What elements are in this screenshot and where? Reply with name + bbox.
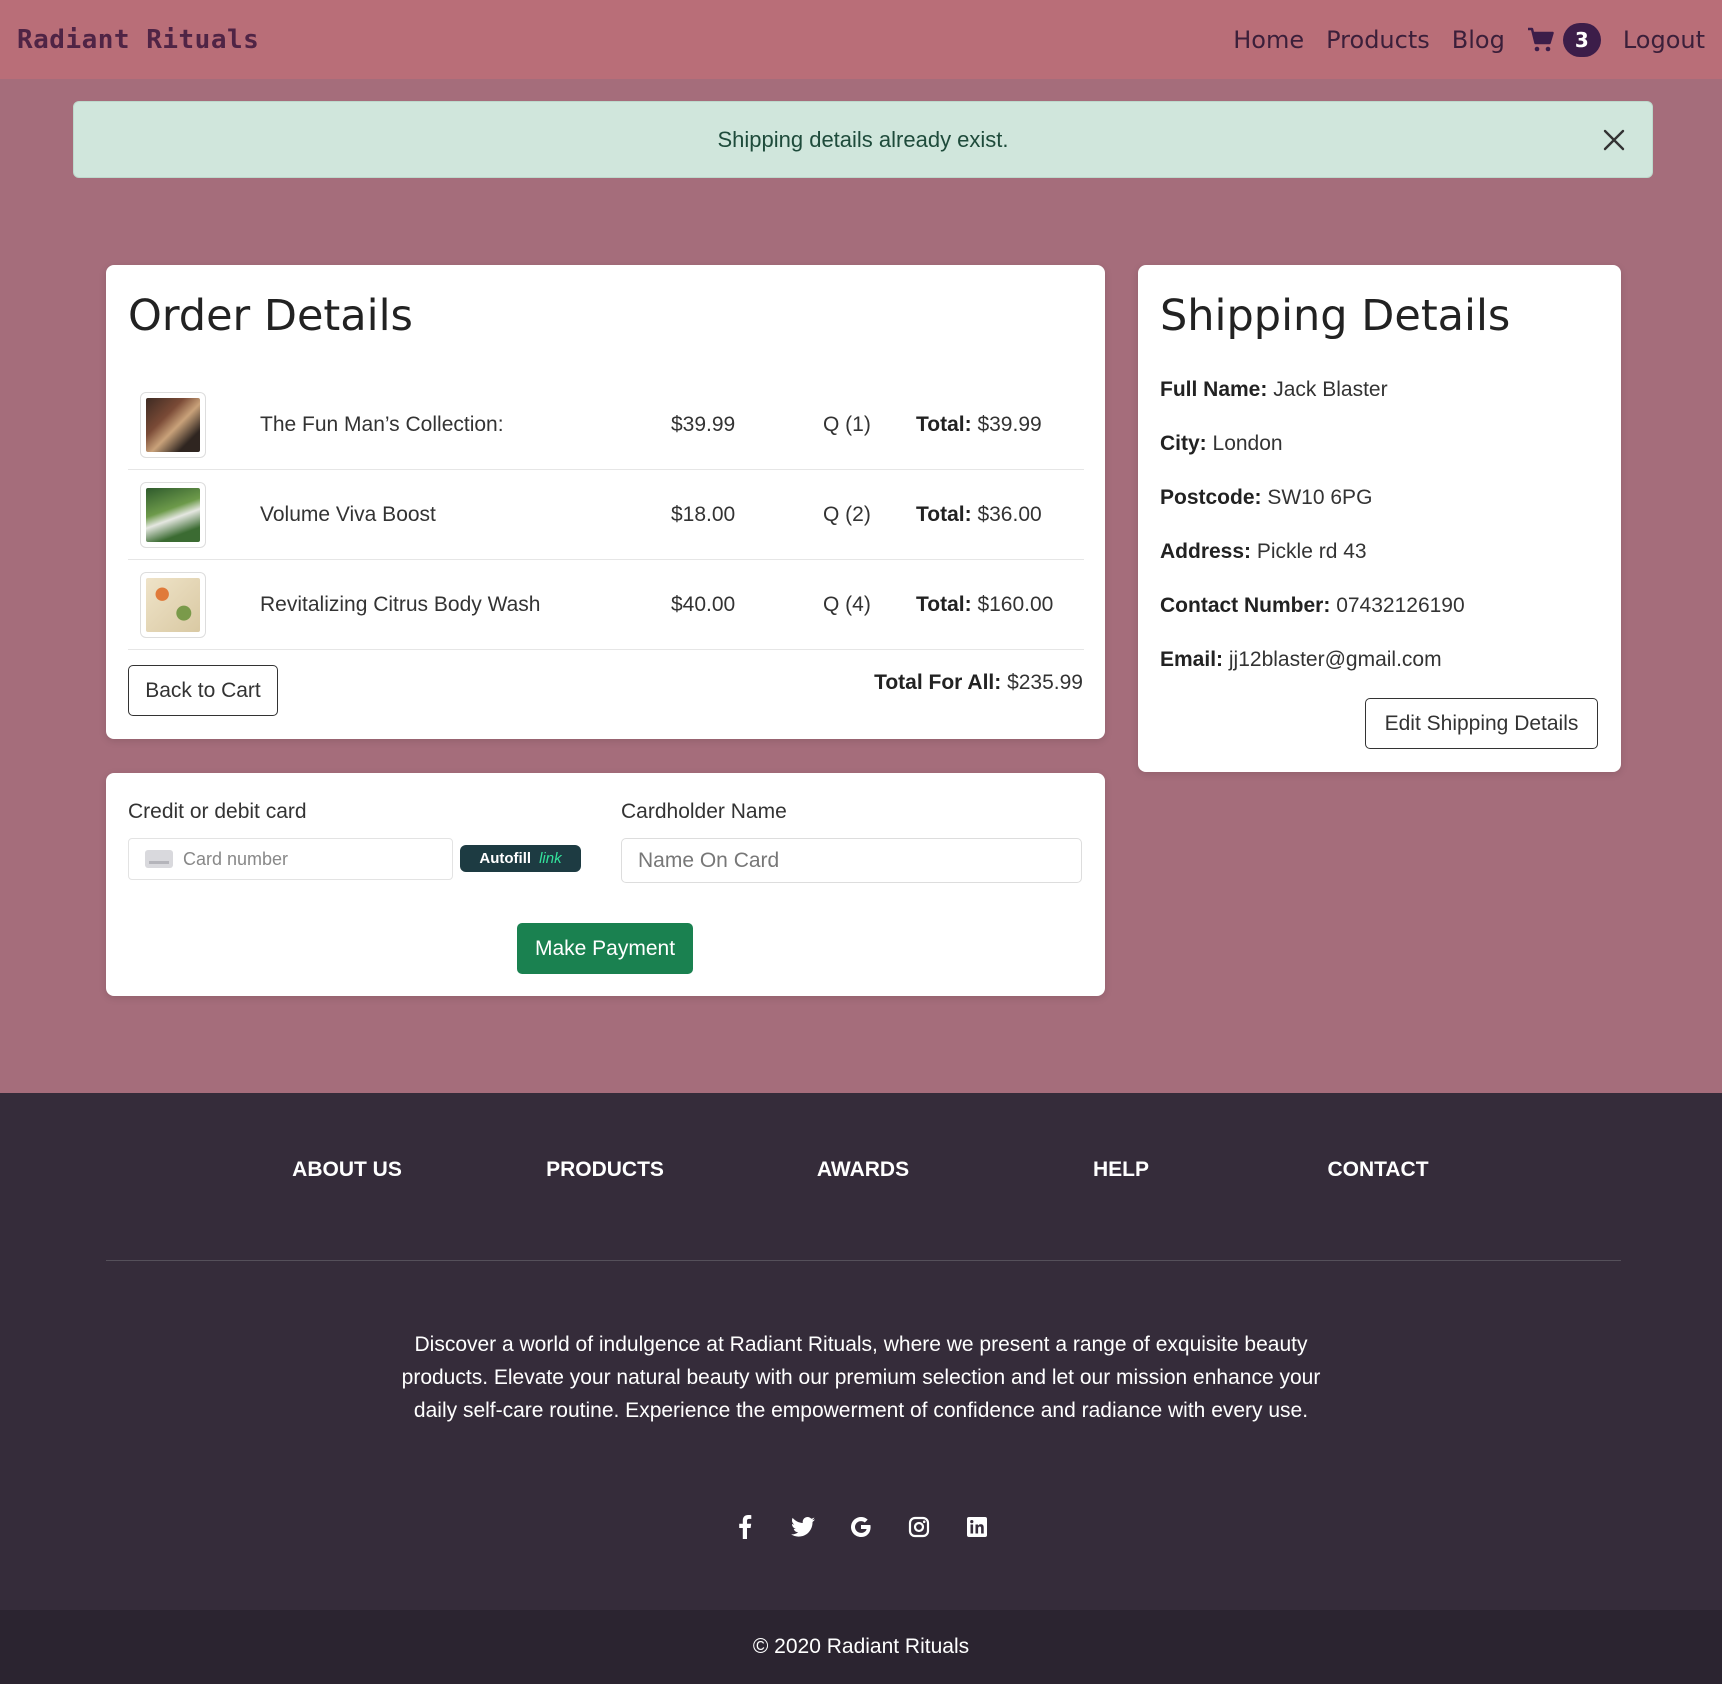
footer-description: Discover a world of indulgence at Radian… [401,1333,1321,1422]
footer-divider [106,1260,1621,1261]
card-number-input[interactable]: Card number [128,838,453,880]
product-quantity: Q (4) [823,592,871,616]
field-label: Postcode: [1160,486,1262,509]
credit-card-icon [145,850,173,868]
product-total: Total: $39.99 [916,413,1042,437]
shipping-contact-number: Contact Number: 07432126190 [1160,594,1465,618]
twitter-icon[interactable] [791,1515,815,1539]
navbar: Radiant Rituals Home Products Blog 3 Log… [0,0,1722,79]
linkedin-icon[interactable] [965,1515,989,1539]
instagram-icon[interactable] [907,1515,931,1539]
order-item-row: Revitalizing Citrus Body Wash $40.00 Q (… [128,560,1084,650]
make-payment-button[interactable]: Make Payment [517,923,693,974]
order-details-title: Order Details [128,291,413,341]
cart-icon [1527,27,1554,51]
field-label: Email: [1160,648,1224,671]
field-value: London [1212,432,1283,455]
card-label: Credit or debit card [128,800,307,823]
close-icon[interactable] [1598,124,1630,156]
product-name: Revitalizing Citrus Body Wash [260,592,541,616]
order-item-list: The Fun Man’s Collection: $39.99 Q (1) T… [128,380,1084,650]
field-value: SW10 6PG [1267,486,1373,509]
product-thumbnail [140,571,206,638]
shipping-full-name: Full Name: Jack Blaster [1160,378,1388,402]
field-value: 07432126190 [1336,594,1465,617]
shipping-email: Email: jj12blaster@gmail.com [1160,648,1442,672]
product-total: Total: $36.00 [916,503,1042,527]
shipping-address: Address: Pickle rd 43 [1160,540,1367,564]
product-quantity: Q (1) [823,412,871,436]
copyright-bar: © 2020 Radiant Rituals [0,1610,1722,1684]
order-item-row: The Fun Man’s Collection: $39.99 Q (1) T… [128,380,1084,470]
product-name: Volume Viva Boost [260,502,436,526]
field-label: Full Name: [1160,378,1268,401]
total-label: Total: [916,502,972,526]
product-name: The Fun Man’s Collection: [260,412,504,436]
nav-home[interactable]: Home [1233,26,1304,54]
field-value: jj12blaster@gmail.com [1228,648,1442,671]
total-label: Total: [916,412,972,436]
footer: ABOUT US PRODUCTS AWARDS HELP CONTACT Di… [0,1093,1722,1610]
cart-link[interactable]: 3 [1527,22,1601,57]
footer-link-products[interactable]: PRODUCTS [546,1158,664,1182]
nav-logout[interactable]: Logout [1623,26,1705,54]
nav-menu: Home Products Blog 3 Logout [1233,22,1705,57]
cardholder-label: Cardholder Name [621,800,787,823]
product-thumbnail [140,391,206,458]
footer-link-awards[interactable]: AWARDS [817,1158,909,1182]
product-total: Total: $160.00 [916,593,1053,617]
autofill-label: Autofill [479,850,532,867]
shipping-details-card: Shipping Details Full Name: Jack Blaster… [1138,265,1621,772]
product-price: $18.00 [671,502,736,526]
shipping-postcode: Postcode: SW10 6PG [1160,486,1372,510]
product-quantity: Q (2) [823,502,871,526]
field-label: Contact Number: [1160,594,1331,617]
copyright-text: © 2020 Radiant Rituals [752,1635,970,1658]
total-value: $39.99 [977,412,1042,436]
field-value: Jack Blaster [1273,378,1388,401]
social-links [0,1515,1722,1539]
field-value: Pickle rd 43 [1256,540,1367,563]
grand-total: Total For All: $235.99 [874,671,1083,695]
footer-link-contact[interactable]: CONTACT [1327,1158,1428,1182]
total-value: $36.00 [977,502,1042,526]
product-thumbnail [140,481,206,548]
shipping-details-title: Shipping Details [1160,291,1511,341]
footer-link-help[interactable]: HELP [1093,1158,1149,1182]
product-price: $39.99 [671,412,736,436]
field-label: City: [1160,432,1207,455]
field-label: Address: [1160,540,1252,563]
grand-total-value: $235.99 [1007,671,1083,694]
nav-blog[interactable]: Blog [1452,26,1505,54]
alert-message: Shipping details already exist. [717,126,1009,152]
total-value: $160.00 [977,592,1054,616]
order-item-row: Volume Viva Boost $18.00 Q (2) Total: $3… [128,470,1084,560]
grand-total-label: Total For All: [874,671,1002,694]
payment-card: Credit or debit card Card number Autofil… [106,773,1105,996]
footer-link-about[interactable]: ABOUT US [292,1158,402,1182]
total-label: Total: [916,592,972,616]
brand-logo[interactable]: Radiant Rituals [17,25,259,55]
link-logo: link [539,850,562,867]
nav-products[interactable]: Products [1326,26,1430,54]
alert-banner: Shipping details already exist. [73,101,1653,178]
card-number-placeholder: Card number [183,848,289,869]
back-to-cart-button[interactable]: Back to Cart [128,665,278,716]
cart-count-badge: 3 [1562,22,1601,57]
cardholder-name-input[interactable] [621,838,1082,883]
product-price: $40.00 [671,592,736,616]
facebook-icon[interactable] [733,1515,757,1539]
shipping-city: City: London [1160,432,1283,456]
order-details-card: Order Details The Fun Man’s Collection: … [106,265,1105,739]
google-icon[interactable] [849,1515,873,1539]
autofill-link-button[interactable]: Autofill link [460,845,581,872]
edit-shipping-button[interactable]: Edit Shipping Details [1365,698,1598,749]
